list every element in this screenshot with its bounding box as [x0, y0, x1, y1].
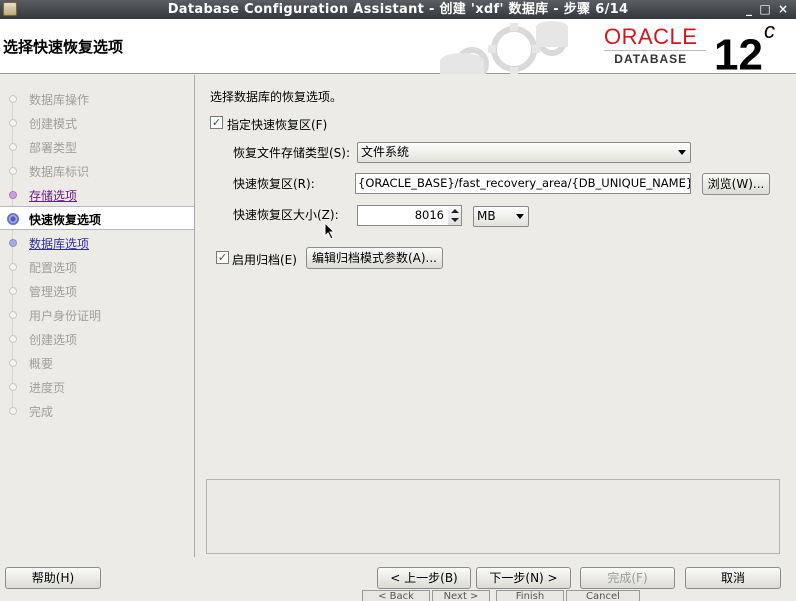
fra-checkbox-label[interactable]: 指定快速恢复区(F): [227, 116, 327, 133]
archive-checkbox-label[interactable]: 启用归档(E): [232, 251, 297, 268]
archive-checkbox[interactable]: ✓: [216, 251, 229, 264]
step-dot-icon: [9, 359, 17, 367]
step-dot-icon: [9, 95, 17, 103]
fra-size-label: 快速恢复区大小(Z):: [233, 208, 339, 222]
fra-size-spinner[interactable]: [448, 205, 462, 226]
mouse-pointer-icon: [324, 222, 336, 240]
version-logo: 12c: [714, 18, 775, 80]
finish-button: 完成(F): [580, 567, 675, 589]
background-finish-button: Finish: [496, 590, 564, 601]
fra-checkbox[interactable]: ✓: [210, 116, 223, 129]
page-title: 选择快速恢复选项: [3, 38, 124, 56]
nav-step-database-options[interactable]: 数据库选项: [0, 231, 194, 255]
header-banner: 选择快速恢复选项 ORACLE DATABASE 12c: [0, 18, 796, 79]
step-dot-icon: [9, 335, 17, 343]
step-dot-icon: [9, 311, 17, 319]
messages-pane: [206, 479, 780, 554]
back-button[interactable]: < 上一步(B): [377, 567, 471, 589]
spin-up-icon[interactable]: [451, 209, 459, 213]
fra-location-label: 快速恢复区(R):: [233, 177, 315, 191]
close-button[interactable]: ×: [775, 0, 791, 19]
edit-archive-params-button[interactable]: 编辑归档模式参数(A)...: [306, 247, 443, 269]
nav-step-14: 完成: [0, 399, 194, 423]
step-dot-icon: [9, 143, 17, 151]
main-panel: 选择数据库的恢复选项。 ✓ 指定快速恢复区(F) 恢复文件存储类型(S): 文件…: [196, 75, 796, 557]
nav-step-11: 创建选项: [0, 327, 194, 351]
fra-size-input[interactable]: 8016: [357, 205, 449, 226]
step-dot-icon: [9, 239, 17, 247]
nav-step-storage-options[interactable]: 存储选项: [0, 183, 194, 207]
oracle-logo: ORACLE DATABASE: [604, 26, 706, 66]
nav-step-8: 配置选项: [0, 255, 194, 279]
minimize-button[interactable]: _: [741, 0, 757, 19]
background-next-button: Next >: [432, 590, 490, 601]
step-dot-icon: [9, 191, 17, 199]
current-step-icon: [7, 213, 19, 225]
fra-size-unit-select[interactable]: MB: [473, 206, 529, 227]
window-title: Database Configuration Assistant - 创建 'x…: [167, 2, 629, 17]
next-button[interactable]: 下一步(N) >: [476, 567, 571, 589]
storage-type-value: 文件系统: [361, 145, 410, 159]
maximize-button[interactable]: □: [757, 0, 773, 19]
storage-type-select[interactable]: 文件系统: [357, 142, 691, 163]
background-back-button: < Back: [362, 590, 430, 601]
chevron-down-icon: [516, 214, 524, 219]
step-dot-icon: [9, 407, 17, 415]
nav-step-13: 进度页: [0, 375, 194, 399]
gears-graphic-icon: [440, 21, 568, 74]
step-dot-icon: [9, 119, 17, 127]
browse-button[interactable]: 浏览(W)...: [702, 173, 770, 195]
fra-location-input[interactable]: {ORACLE_BASE}/fast_recovery_area/{DB_UNI…: [355, 173, 691, 194]
nav-step-1: 数据库操作: [0, 87, 194, 111]
fra-size-unit-value: MB: [477, 209, 496, 223]
step-dot-icon: [9, 167, 17, 175]
nav-step-2: 创建模式: [0, 111, 194, 135]
step-dot-icon: [9, 287, 17, 295]
window-titlebar[interactable]: Database Configuration Assistant - 创建 'x…: [0, 0, 796, 19]
nav-step-12: 概要: [0, 351, 194, 375]
step-dot-icon: [9, 263, 17, 271]
nav-step-3: 部署类型: [0, 135, 194, 159]
nav-step-4: 数据库标识: [0, 159, 194, 183]
storage-type-label: 恢复文件存储类型(S):: [233, 146, 351, 160]
spin-down-icon[interactable]: [451, 218, 459, 222]
background-cancel-button: Cancel: [566, 590, 640, 601]
chevron-down-icon: [678, 150, 686, 155]
section-title: 选择数据库的恢复选项。: [210, 90, 343, 104]
help-button[interactable]: 帮助(H): [5, 567, 101, 589]
steps-navigation: 数据库操作 创建模式 部署类型 数据库标识 存储选项 快速恢复选项 数据库选项 …: [0, 75, 195, 557]
cancel-button[interactable]: 取消: [685, 567, 781, 589]
nav-step-fast-recovery[interactable]: 快速恢复选项: [0, 206, 194, 230]
nav-step-9: 管理选项: [0, 279, 194, 303]
step-dot-icon: [9, 383, 17, 391]
nav-step-10: 用户身份证明: [0, 303, 194, 327]
